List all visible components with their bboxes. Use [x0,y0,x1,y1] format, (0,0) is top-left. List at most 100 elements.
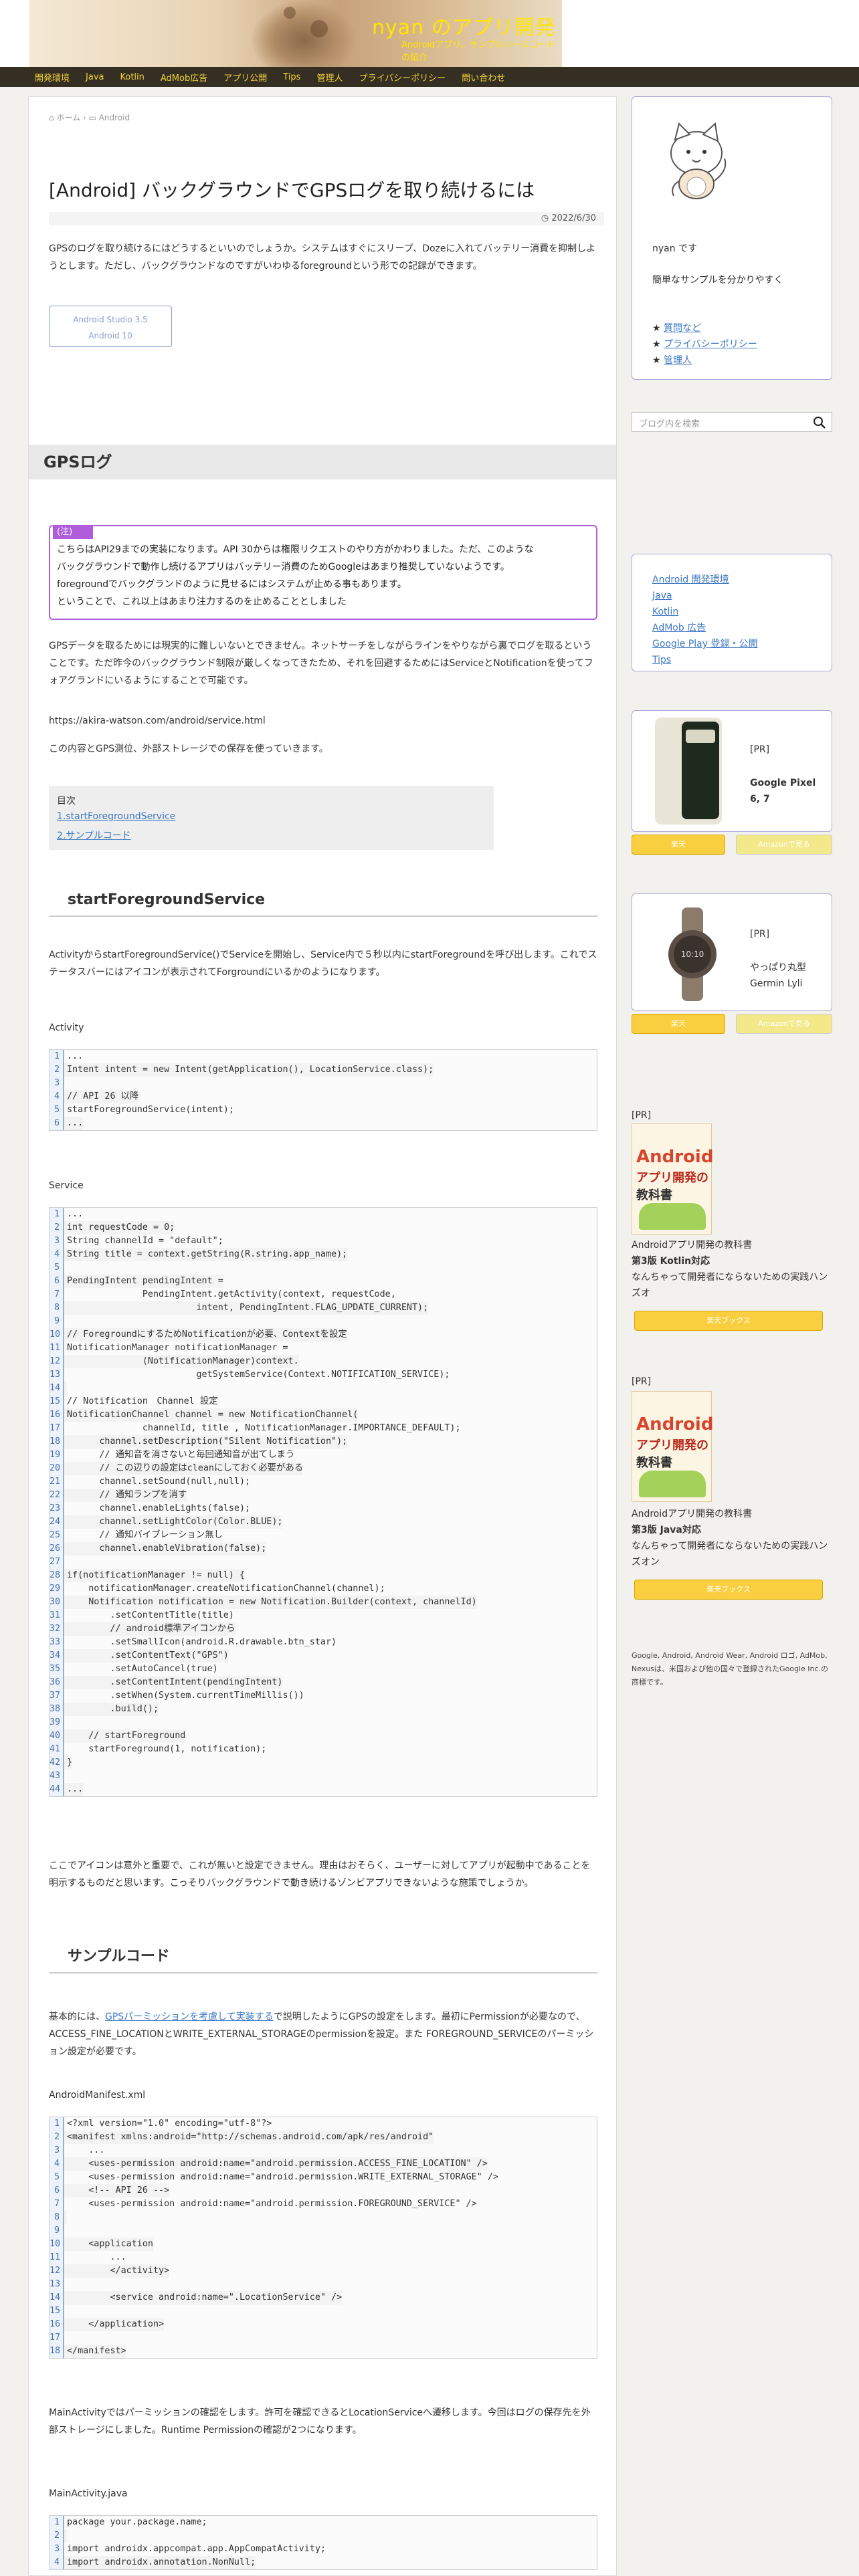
code-text: </activity> [64,2264,170,2278]
nav-item-dev-env[interactable]: 開発環境 [35,71,70,84]
note-text: こちらはAPI29までの実装になります。API 30からは権限リクエストのやり方… [57,541,592,611]
code-line: 37 .setWhen(System.currentTimeMillis()) [50,1689,597,1703]
nav-item-privacy[interactable]: プライバシーポリシー [359,71,446,84]
post-date: 2022/6/30 [551,213,596,223]
line-number: 1 [50,2516,64,2529]
line-number: 22 [50,1489,64,1502]
nav-item-publish[interactable]: アプリ公開 [223,71,267,84]
category-tips[interactable]: Tips [652,652,757,668]
note-line: foregroundでバックグランドのように見せるにはシステムが止める事もありま… [57,579,407,590]
line-number: 10 [50,2238,64,2251]
tag-android-10[interactable]: Android 10 [50,328,171,344]
rakuten-books-button[interactable]: 楽天ブックス [634,1580,823,1600]
toc-item-2[interactable]: 2.サンプルコード [57,829,131,842]
line-number: 4 [50,2157,64,2171]
watch-image[interactable]: 10:10 [659,907,726,1001]
nav-item-admob[interactable]: AdMob広告 [161,71,207,84]
line-number: 36 [50,1676,64,1689]
amazon-button[interactable]: Amazonで見る [736,1014,832,1034]
line-number: 4 [50,2556,64,2569]
code-line: 14 [50,1382,597,1395]
toc-item-1[interactable]: 1.startForegroundService [57,811,175,822]
code-text: <uses-permission android:name="android.p… [67,2199,477,2209]
breadcrumb-category[interactable]: Android [99,113,130,122]
nav-item-java[interactable]: Java [86,72,104,82]
line-number: 5 [50,1261,64,1275]
line-number: 8 [50,1301,64,1315]
line-number: 44 [50,1783,64,1796]
link-gps-permission[interactable]: GPSパーミッションを考慮して実装する [105,2012,274,2022]
line-number: 3 [50,1077,64,1090]
search-box[interactable]: ブログ内を検索 [632,412,832,432]
profile-box: nyan です 簡単なサンプルを分かりやすく ★ 質問など ★ プライバシーポリ… [632,96,832,380]
category-list: Android 開発環境 Java Kotlin AdMob 広告 Google… [652,572,757,668]
code-line: 8 intent, PendingIntent.FLAG_UPDATE_CURR… [50,1301,597,1315]
code-line: 1... [50,1050,597,1063]
paragraph-main-activity: MainActivityではパーミッションの確認をします。許可を確認できるとLo… [49,2407,591,2436]
code-line: 23 channel.enableLights(false); [50,1502,597,1515]
code-text: import androidx.annotation.NonNull; [64,2556,256,2569]
code-line: 15 [50,2304,597,2318]
android-robot-icon [639,1471,706,1497]
main-nav: 開発環境 Java Kotlin AdMob広告 アプリ公開 Tips 管理人 … [0,67,859,87]
rakuten-button[interactable]: 楽天 [632,835,725,855]
book-cover-kotlin[interactable]: Android アプリ開発の 教科書 [632,1123,713,1235]
code-line: 21 channel.setSound(null,null); [50,1475,597,1489]
code-line: 6 <!-- API 26 --> [50,2184,597,2197]
code-text: channelId, title , NotificationManager.I… [67,1423,461,1433]
breadcrumb-home[interactable]: ホーム [56,113,80,122]
code-text: channel.setDescription("Silent Notificat… [64,1435,348,1448]
category-kotlin[interactable]: Kotlin [652,604,757,620]
search-icon[interactable] [813,416,826,429]
line-number: 24 [50,1515,64,1529]
code-line: 15// Notification Channel 設定 [50,1395,597,1408]
code-line: 1 package your.package.name; [50,2516,597,2529]
pr-product-name[interactable]: やっぱり丸型 Germin Lyli [750,960,824,992]
nav-item-kotlin[interactable]: Kotlin [120,72,144,82]
link-questions[interactable]: 質問など [664,323,701,334]
amazon-button[interactable]: Amazonで見る [736,835,832,855]
header-banner-image: nyan のアプリ開発 Androidアプリ、サンプルソースコードの紹介 [29,0,562,67]
code-text: getSystemService(Context.NOTIFICATION_SE… [67,1370,450,1380]
line-number: 10 [50,1328,64,1341]
pr-box-pixel: [PR] Google Pixel 6, 7 [632,710,832,832]
nav-item-admin[interactable]: 管理人 [316,71,343,84]
line-number: 9 [50,1315,64,1328]
category-dev-env[interactable]: Android 開発環境 [652,572,757,588]
code-text: NotificationChannel channel = new Notifi… [64,1408,359,1422]
line-number: 27 [50,1555,64,1569]
code-text: </manifest> [64,2345,126,2358]
code-text: // 通知バイブレーション無し [67,1530,223,1540]
search-input[interactable]: ブログ内を検索 [639,417,700,429]
code-line: 38 .build(); [50,1703,597,1716]
link-privacy[interactable]: プライバシーポリシー [664,339,757,350]
book-cover-java[interactable]: Android アプリ開発の 教科書 [632,1391,713,1502]
table-of-contents: 目次 1.startForegroundService 2.サンプルコード [49,786,494,850]
pixel-phone-image[interactable] [655,718,722,825]
code-text: </application> [64,2318,165,2331]
code-line: 32 // android標準アイコンから [50,1622,597,1636]
note-line: こちらはAPI29までの実装になります。API 30からは権限リクエストのやり方… [57,544,534,555]
category-google-play[interactable]: Google Play 登録・公開 [652,636,757,652]
line-number: 7 [50,2197,64,2211]
rakuten-button[interactable]: 楽天 [632,1014,725,1034]
category-java[interactable]: Java [652,588,757,604]
code-text: <uses-permission android:name="android.p… [64,2157,488,2171]
site-title[interactable]: nyan のアプリ開発 [372,11,556,40]
code-text: ... [67,2252,126,2262]
rakuten-books-button[interactable]: 楽天ブックス [634,1311,823,1331]
nav-item-contact[interactable]: 問い合わせ [462,71,505,84]
code-line: 4 String title = context.getString(R.stri… [50,1248,597,1261]
line-number: 3 [50,2543,64,2556]
tag-android-studio[interactable]: Android Studio 3.5 [50,312,171,328]
nav-item-tips[interactable]: Tips [283,72,300,82]
cat-photo [250,0,357,67]
category-admob[interactable]: AdMob 広告 [652,620,757,636]
code-line: 17 [50,2331,597,2345]
line-number: 6 [50,1117,64,1130]
breadcrumb: ⌂ ホーム › ▭ Android [49,112,130,123]
code-line: 43 [50,1769,597,1783]
pr-product-name[interactable]: Google Pixel 6, 7 [750,775,817,807]
paragraph-icon-note: ここでアイコンは意外と重要で、これが無いと設定できません。理由はおそらく、ユーザ… [49,1860,591,1889]
link-admin[interactable]: 管理人 [664,355,692,366]
